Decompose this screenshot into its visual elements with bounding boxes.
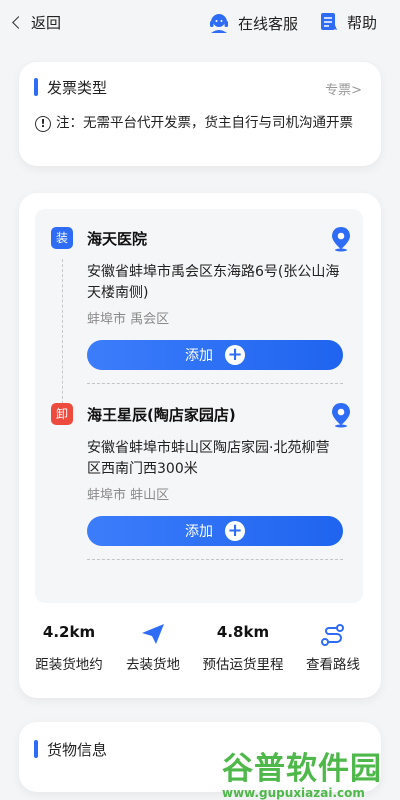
distance-to-load-value: 4.2km — [42, 623, 96, 641]
load-stop-address: 安徽省蚌埠市禹会区东海路6号(张公山海天楼南侧) — [87, 264, 340, 301]
invoice-type-selector[interactable]: 专票> — [325, 79, 362, 98]
navigate-to-load-button[interactable]: 去装货地 — [115, 623, 191, 673]
add-load-label: 添加 — [185, 348, 213, 364]
add-unload-button[interactable]: 添加 + — [87, 516, 343, 546]
invoice-type-card: 发票类型 专票> ! 注：无需平台代开发票，货主自行与司机沟通开票 — [19, 62, 381, 166]
estimated-distance: 4.8km 预估运货里程 — [195, 623, 291, 673]
location-pin-icon[interactable] — [330, 226, 352, 252]
estimated-distance-value: 4.8km — [216, 623, 270, 641]
distance-to-load: 4.2km 距装货地约 — [31, 623, 107, 673]
headset-icon — [210, 14, 228, 33]
divider — [87, 559, 343, 560]
view-route-button[interactable]: 查看路线 — [295, 623, 371, 673]
plus-icon: + — [225, 345, 245, 365]
top-bar: 返回 在线客服 帮助 — [0, 0, 400, 48]
route-connector-line — [62, 259, 63, 409]
estimated-distance-label: 预估运货里程 — [202, 657, 284, 673]
unload-stop-address: 安徽省蚌埠市蚌山区陶店家园·北苑柳营区西南门西300米 — [87, 440, 330, 477]
distance-to-load-label: 距装货地约 — [35, 657, 103, 673]
online-service-label: 在线客服 — [238, 14, 299, 33]
document-help-icon — [321, 13, 337, 30]
help-label: 帮助 — [347, 13, 378, 32]
watermark-en: www.gupuxiazai.com — [222, 786, 365, 800]
location-pin-icon[interactable] — [330, 402, 352, 428]
divider — [87, 383, 343, 384]
help-button[interactable]: 帮助 — [318, 11, 377, 33]
add-unload-label: 添加 — [185, 524, 213, 540]
invoice-type-title: 发票类型 — [47, 79, 108, 97]
goods-info-title: 货物信息 — [47, 741, 108, 759]
unload-tag: 卸 — [51, 403, 73, 425]
online-service-button[interactable]: 在线客服 — [207, 11, 298, 35]
stops-panel: 装 海天医院 安徽省蚌埠市禹会区东海路6号(张公山海天楼南侧) 蚌埠市 禹会区 … — [35, 209, 363, 603]
navigation-arrow-icon — [115, 623, 191, 644]
plus-icon: + — [225, 521, 245, 541]
chevron-left-icon — [12, 16, 25, 29]
unload-stop-city: 蚌埠市 蚌山区 — [87, 488, 170, 503]
view-route-label: 查看路线 — [306, 657, 360, 673]
route-stats: 4.2km 距装货地约 去装货地 4.8km 预估运货里程 查看路线 — [19, 623, 381, 673]
invoice-note-text: 注：无需平台代开发票，货主自行与司机沟通开票 — [56, 115, 353, 131]
back-button[interactable]: 返回 — [12, 12, 62, 33]
back-label: 返回 — [31, 14, 62, 32]
add-load-button[interactable]: 添加 + — [87, 340, 343, 370]
watermark-logo: 谷普软件园 www.gupuxiazai.com — [222, 743, 397, 800]
section-accent-bar — [34, 78, 38, 96]
route-card: 装 海天医院 安徽省蚌埠市禹会区东海路6号(张公山海天楼南侧) 蚌埠市 禹会区 … — [19, 193, 381, 698]
load-stop-city: 蚌埠市 禹会区 — [87, 312, 170, 327]
watermark-cn: 谷普软件园 — [222, 751, 382, 787]
section-accent-bar — [34, 740, 38, 758]
invoice-note: ! 注：无需平台代开发票，货主自行与司机沟通开票 — [35, 114, 365, 133]
route-icon — [295, 623, 371, 646]
unload-stop-name: 海王星辰(陶店家园店) — [87, 406, 236, 424]
load-tag: 装 — [51, 227, 73, 249]
navigate-label: 去装货地 — [126, 657, 180, 673]
warning-icon: ! — [35, 116, 51, 132]
load-stop-name: 海天医院 — [87, 230, 148, 248]
